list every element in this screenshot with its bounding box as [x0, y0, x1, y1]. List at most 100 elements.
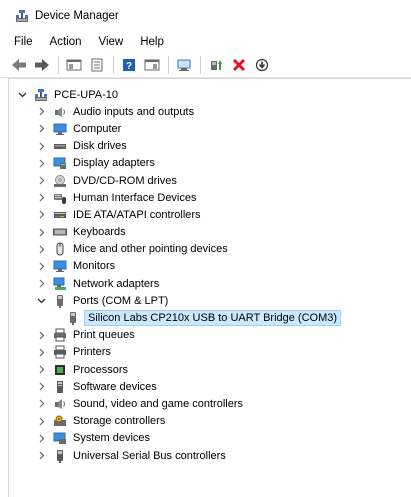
properties-icon[interactable]: [86, 54, 108, 76]
monitor-icon: [52, 122, 68, 136]
category-ports-com-lpt[interactable]: Ports (COM & LPT): [9, 292, 411, 309]
category-audio-inputs-outputs[interactable]: Audio inputs and outputs: [9, 103, 411, 120]
device-tree[interactable]: PCE-UPA-10 Audio inputs and outputs Comp…: [8, 78, 411, 497]
expand-chevron-right-icon[interactable]: [34, 139, 48, 153]
expand-chevron-right-icon[interactable]: [34, 191, 48, 205]
expand-chevron-right-icon[interactable]: [34, 242, 48, 256]
title-bar: Device Manager: [0, 0, 411, 32]
processor-icon: [52, 363, 68, 377]
monitor-icon: [52, 259, 68, 273]
expand-chevron-right-icon[interactable]: [34, 328, 48, 342]
expand-chevron-right-icon[interactable]: [34, 277, 48, 291]
expand-chevron-right-icon[interactable]: [34, 225, 48, 239]
toolbar-separator: [168, 55, 169, 74]
category-sound-video-game-controllers[interactable]: Sound, video and game controllers: [9, 395, 411, 412]
category-ide-ata-atapi-controllers[interactable]: IDE ATA/ATAPI controllers: [9, 206, 411, 223]
category-label: Storage controllers: [73, 415, 166, 428]
category-disk-drives[interactable]: Disk drives: [9, 138, 411, 155]
mouse-icon: [52, 242, 68, 256]
category-label: Computer: [73, 122, 122, 135]
expand-chevron-right-icon[interactable]: [34, 397, 48, 411]
usb-icon: [52, 449, 68, 463]
expand-chevron-right-icon[interactable]: [34, 345, 48, 359]
window-title: Device Manager: [35, 10, 119, 22]
category-dvd-cdrom-drives[interactable]: DVD/CD-ROM drives: [9, 172, 411, 189]
expand-chevron-right-icon[interactable]: [34, 259, 48, 273]
expand-chevron-right-icon[interactable]: [34, 105, 48, 119]
disk-drive-icon: [52, 139, 68, 153]
show-action-pane-icon[interactable]: [141, 54, 163, 76]
category-label: Monitors: [73, 260, 116, 273]
category-printers[interactable]: Printers: [9, 344, 411, 361]
expand-chevron-right-icon[interactable]: [34, 156, 48, 170]
category-network-adapters[interactable]: Network adapters: [9, 275, 411, 292]
forward-arrow-icon[interactable]: [31, 54, 53, 76]
category-human-interface-devices[interactable]: Human Interface Devices: [9, 189, 411, 206]
device-manager-app-icon: [15, 9, 29, 23]
category-label: Universal Serial Bus controllers: [73, 449, 226, 462]
menu-file[interactable]: File: [8, 36, 39, 48]
menu-bar: File Action View Help: [0, 32, 411, 52]
category-label: Mice and other pointing devices: [73, 243, 228, 256]
category-label: System devices: [73, 432, 151, 445]
category-system-devices[interactable]: System devices: [9, 430, 411, 447]
toolbar-separator: [113, 55, 114, 74]
expand-chevron-right-icon[interactable]: [34, 414, 48, 428]
back-arrow-icon[interactable]: [8, 54, 30, 76]
category-label: Ports (COM & LPT): [73, 294, 169, 307]
expand-chevron-right-icon[interactable]: [34, 380, 48, 394]
speaker-icon: [52, 105, 68, 119]
expand-chevron-right-icon[interactable]: [34, 431, 48, 445]
toolbar-separator: [58, 55, 59, 74]
expand-chevron-down-icon[interactable]: [15, 88, 29, 102]
category-label: Software devices: [73, 380, 157, 393]
category-label: Human Interface Devices: [73, 191, 197, 204]
hid-icon: [52, 191, 68, 205]
show-hide-console-tree-icon[interactable]: [63, 54, 85, 76]
category-label: Print queues: [73, 329, 135, 342]
device-manager-window: Device Manager File Action View Help ? P…: [0, 0, 411, 497]
port-device-icon: [65, 311, 81, 326]
menu-action[interactable]: Action: [44, 36, 88, 48]
expand-chevron-down-icon[interactable]: [34, 294, 48, 308]
dvd-drive-icon: [52, 174, 68, 188]
category-label: Network adapters: [73, 277, 160, 290]
category-label: Disk drives: [73, 140, 127, 153]
category-storage-controllers[interactable]: Storage controllers: [9, 413, 411, 430]
category-usb-controllers[interactable]: Universal Serial Bus controllers: [9, 447, 411, 464]
device-silicon-labs-cp210x[interactable]: Silicon Labs CP210x USB to UART Bridge (…: [9, 309, 411, 327]
category-mice-pointing-devices[interactable]: Mice and other pointing devices: [9, 241, 411, 258]
update-driver-icon[interactable]: [205, 54, 227, 76]
toolbar: ?: [0, 52, 411, 78]
category-label: Keyboards: [73, 226, 126, 239]
category-label: IDE ATA/ATAPI controllers: [73, 208, 201, 221]
display-adapter-icon: [52, 156, 68, 170]
expand-chevron-right-icon[interactable]: [34, 363, 48, 377]
expand-chevron-right-icon[interactable]: [34, 122, 48, 136]
category-processors[interactable]: Processors: [9, 361, 411, 378]
expand-chevron-right-icon[interactable]: [34, 174, 48, 188]
scan-hardware-icon[interactable]: [173, 54, 195, 76]
tree-root-label: PCE-UPA-10: [54, 88, 118, 101]
expand-chevron-right-icon[interactable]: [34, 208, 48, 222]
network-adapter-icon: [52, 277, 68, 291]
toolbar-separator: [200, 55, 201, 74]
tree-root[interactable]: PCE-UPA-10: [9, 86, 411, 103]
svg-text:?: ?: [126, 61, 132, 72]
enable-device-icon[interactable]: [251, 54, 273, 76]
help-icon[interactable]: ?: [118, 54, 140, 76]
category-print-queues[interactable]: Print queues: [9, 327, 411, 344]
category-keyboards[interactable]: Keyboards: [9, 224, 411, 241]
ide-controller-icon: [52, 208, 68, 222]
uninstall-icon[interactable]: [228, 54, 250, 76]
category-display-adapters[interactable]: Display adapters: [9, 155, 411, 172]
category-label: Sound, video and game controllers: [73, 397, 243, 410]
printer-icon: [52, 345, 68, 359]
menu-view[interactable]: View: [93, 36, 130, 48]
sound-controller-icon: [52, 397, 68, 411]
category-computer[interactable]: Computer: [9, 120, 411, 137]
menu-help[interactable]: Help: [134, 36, 170, 48]
expand-chevron-right-icon[interactable]: [34, 449, 48, 463]
category-software-devices[interactable]: Software devices: [9, 378, 411, 395]
category-monitors[interactable]: Monitors: [9, 258, 411, 275]
